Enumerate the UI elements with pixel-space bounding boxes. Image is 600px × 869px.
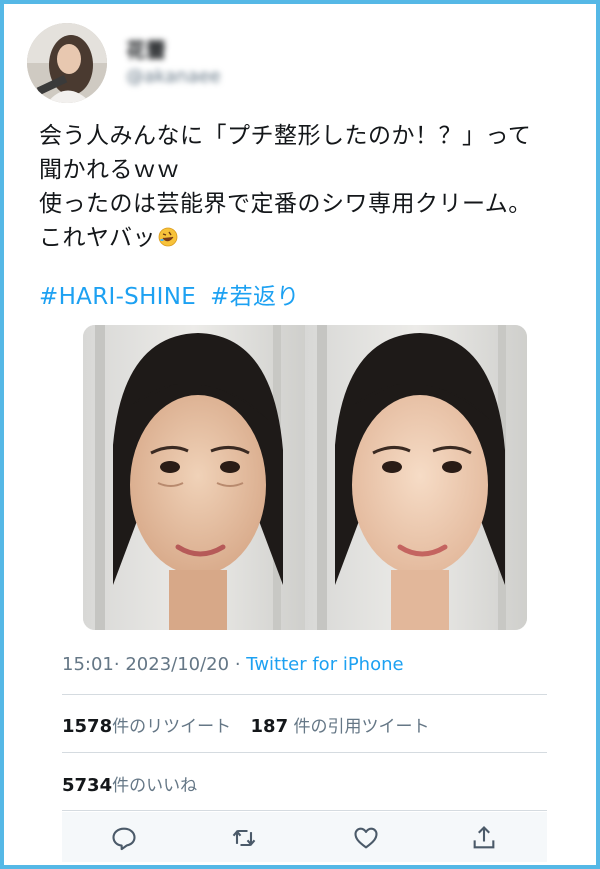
after-photo bbox=[305, 325, 527, 630]
rolling-on-floor-laughing-emoji-icon bbox=[158, 227, 178, 247]
retweets-count: 1578 bbox=[62, 716, 113, 737]
reply-button[interactable] bbox=[110, 824, 138, 852]
reply-icon bbox=[112, 827, 136, 851]
tweet-media-image[interactable] bbox=[83, 325, 527, 630]
action-bar bbox=[62, 812, 547, 862]
before-after-photo bbox=[83, 325, 527, 630]
retweets-stat[interactable]: 1578件のリツイート bbox=[62, 716, 232, 737]
tweet-text: 会う人みんなに「プチ整形したのか！？」って 聞かれるｗｗ 使ったのは芸能界で定番… bbox=[39, 119, 579, 255]
likes-label: 件のいいね bbox=[112, 776, 198, 796]
tweet-line: 会う人みんなに「プチ整形したのか！？」って bbox=[39, 123, 532, 149]
tweet-card-frame: 花蕾 @akanaee 会う人みんなに「プチ整形したのか！？」って 聞かれるｗｗ… bbox=[0, 0, 600, 869]
retweet-icon bbox=[232, 829, 256, 847]
likes-stat[interactable]: 5734件のいいね bbox=[62, 775, 198, 796]
share-button[interactable] bbox=[470, 824, 498, 852]
avatar-photo bbox=[27, 23, 107, 103]
tweet-source-link[interactable]: Twitter for iPhone bbox=[246, 654, 403, 675]
retweet-button[interactable] bbox=[230, 824, 258, 852]
divider bbox=[62, 752, 547, 753]
retweet-stats-row: 1578件のリツイート 187 件の引用ツイート bbox=[62, 712, 444, 737]
display-name[interactable]: 花蕾 bbox=[126, 34, 166, 63]
meta-separator: · bbox=[234, 654, 241, 675]
heart-icon bbox=[354, 827, 378, 849]
share-icon bbox=[473, 826, 495, 849]
divider bbox=[62, 810, 547, 811]
tweet-line: 聞かれるｗｗ bbox=[39, 157, 180, 183]
user-handle[interactable]: @akanaee bbox=[126, 66, 221, 87]
quotes-stat[interactable]: 187 件の引用ツイート bbox=[250, 716, 430, 737]
likes-count: 5734 bbox=[62, 775, 113, 796]
meta-separator: · bbox=[113, 654, 120, 675]
before-photo bbox=[83, 325, 305, 630]
tweet-time[interactable]: 15:01 bbox=[62, 654, 114, 675]
divider bbox=[62, 694, 547, 695]
quotes-label: 件の引用ツイート bbox=[293, 717, 430, 737]
quotes-count: 187 bbox=[250, 716, 289, 737]
likes-stats-row: 5734件のいいね bbox=[62, 771, 211, 796]
avatar[interactable] bbox=[27, 23, 107, 103]
like-button[interactable] bbox=[352, 824, 380, 852]
hashtag-row: #HARI-SHINE #若返り bbox=[39, 277, 314, 311]
tweet-line: 使ったのは芸能界で定番のシワ専用クリーム。 bbox=[39, 191, 532, 217]
tweet-date[interactable]: 2023/10/20 bbox=[125, 654, 229, 675]
tweet-line-last: これヤバッ bbox=[39, 221, 579, 255]
hashtag-wakagaeri[interactable]: #若返り bbox=[210, 284, 299, 310]
tweet-meta: 15:01· 2023/10/20 · Twitter for iPhone bbox=[62, 654, 404, 675]
hashtag-hari-shine[interactable]: #HARI-SHINE bbox=[39, 284, 196, 310]
retweets-label: 件のリツイート bbox=[112, 717, 232, 737]
tweet-line: これヤバッ bbox=[39, 225, 157, 251]
